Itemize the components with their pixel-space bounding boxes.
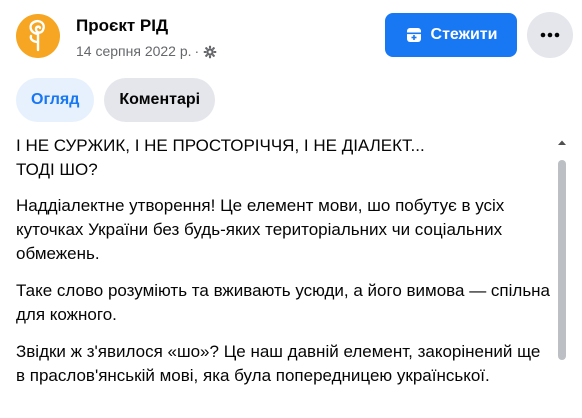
meta-separator: · (194, 43, 200, 59)
more-dots-icon (540, 32, 560, 38)
gear-icon[interactable] (203, 45, 217, 59)
tab-comments[interactable]: Коментарі (104, 78, 216, 122)
page-avatar[interactable] (16, 14, 60, 58)
post-date[interactable]: 14 серпня 2022 р. (76, 43, 192, 59)
page-name-link[interactable]: Проєкт РІД (76, 16, 168, 36)
post-tabs: Огляд Коментарі (16, 78, 216, 122)
scroll-up-arrow-icon[interactable] (557, 138, 567, 148)
post-body: І НЕ СУРЖИК, І НЕ ПРОСТОРІЧЧЯ, І НЕ ДІАЛ… (16, 134, 552, 418)
post-paragraph: Таке слово розуміють та вживають усюди, … (16, 281, 551, 324)
rid-logo-icon (16, 14, 60, 58)
post-header: Проєкт РІД 14 серпня 2022 р. · Стежити (0, 0, 582, 72)
more-options-button[interactable] (527, 12, 573, 58)
post-paragraph: Звідки ж з'явилося «шо»? Це наш давній е… (16, 342, 541, 385)
tab-overview[interactable]: Огляд (16, 78, 95, 122)
scrollbar-thumb[interactable] (558, 160, 566, 360)
follow-button-label: Стежити (430, 26, 498, 43)
post-headline: І НЕ СУРЖИК, І НЕ ПРОСТОРІЧЧЯ, І НЕ ДІАЛ… (16, 134, 552, 182)
follow-button[interactable]: Стежити (385, 13, 517, 57)
post-view: Проєкт РІД 14 серпня 2022 р. · Стежити О… (0, 0, 582, 418)
add-to-following-icon (406, 28, 421, 42)
post-paragraph: Наддіалектне утворення! Це елемент мови,… (16, 196, 505, 263)
scrollbar[interactable] (556, 134, 568, 418)
post-meta: 14 серпня 2022 р. · (76, 43, 217, 59)
post-headline-line-2: ТОДІ ШО? (16, 160, 98, 179)
post-headline-line-1: І НЕ СУРЖИК, І НЕ ПРОСТОРІЧЧЯ, І НЕ ДІАЛ… (16, 136, 425, 155)
